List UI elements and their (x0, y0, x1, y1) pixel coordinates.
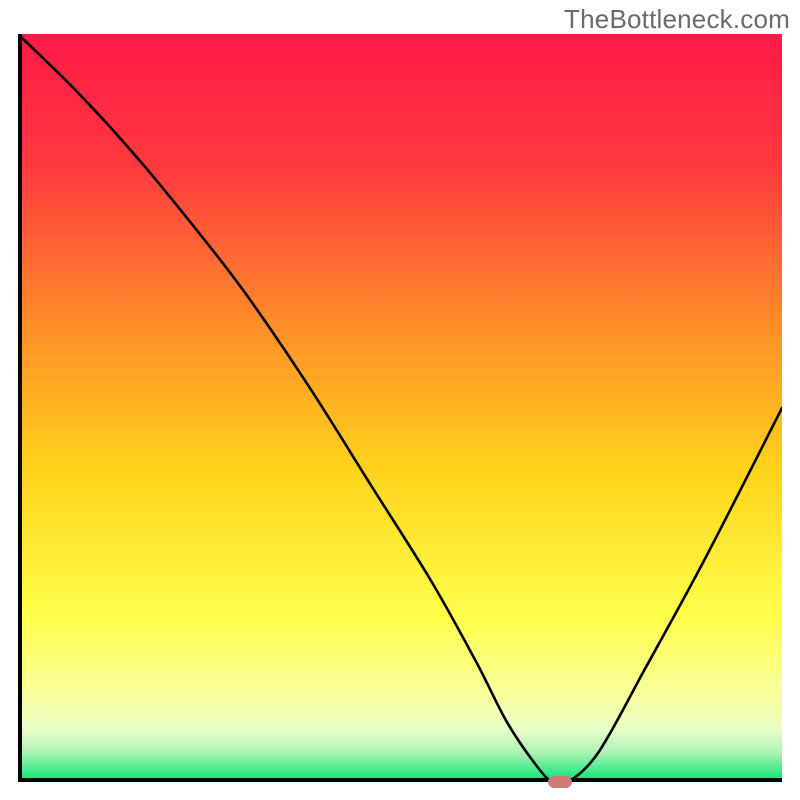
chart-stage: TheBottleneck.com (0, 0, 800, 800)
optimal-point-marker (548, 776, 572, 788)
watermark-text: TheBottleneck.com (564, 4, 790, 35)
axes-frame (18, 34, 782, 782)
